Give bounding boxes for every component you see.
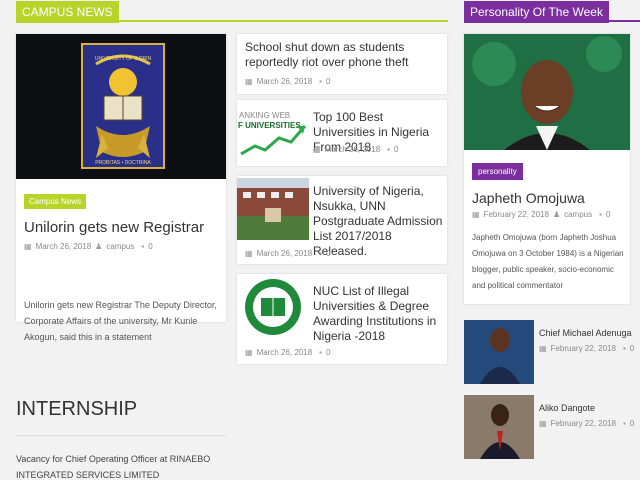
list-item-title[interactable]: School shut down as students reportedly … xyxy=(245,40,443,70)
thumb-text-universities: F UNIVERSITIES xyxy=(238,121,301,130)
side-item-title[interactable]: Chief Michael Adenuga xyxy=(539,328,632,338)
list-item[interactable]: ANKING WEB F UNIVERSITIES Top 100 Best U… xyxy=(237,100,447,166)
side-item-comments[interactable]: 0 xyxy=(630,344,634,353)
article-date[interactable]: March 26, 2018 xyxy=(36,242,92,251)
user-icon: ♟ xyxy=(95,242,103,251)
personality-name[interactable]: Japheth Omojuwa xyxy=(472,190,585,206)
comment-icon: ▪ xyxy=(319,348,322,357)
article-author[interactable]: campus xyxy=(106,242,134,251)
side-list-item[interactable]: Aliko Dangote ▦ February 22, 2018 ▪ 0 xyxy=(464,395,634,459)
side-item-comments[interactable]: 0 xyxy=(630,419,634,428)
comment-icon: ▪ xyxy=(599,210,602,219)
list-item-comments[interactable]: 0 xyxy=(394,145,398,154)
list-item[interactable]: University of Nigeria, Nsukka, UNN Postg… xyxy=(237,176,447,264)
article-title[interactable]: Unilorin gets new Registrar xyxy=(24,219,204,236)
article-excerpt: Unilorin gets new Registrar The Deputy D… xyxy=(24,300,217,342)
list-item-meta: ▦ March 26, 2018 ▪ 0 xyxy=(313,145,398,154)
internship-heading: INTERNSHIP xyxy=(16,398,138,420)
dangote-thumbnail[interactable] xyxy=(464,395,534,459)
list-item-date[interactable]: March 26, 2018 xyxy=(257,348,313,357)
side-item-date[interactable]: February 22, 2018 xyxy=(551,419,616,428)
list-item[interactable]: School shut down as students reportedly … xyxy=(237,34,447,94)
list-item-comments[interactable]: 0 xyxy=(326,249,330,258)
comment-count[interactable]: 0 xyxy=(148,242,152,251)
campus-building-thumbnail[interactable] xyxy=(237,178,309,240)
campus-news-divider xyxy=(16,20,448,22)
list-item-date[interactable]: March 26, 2018 xyxy=(257,249,313,258)
calendar-icon: ▦ xyxy=(313,145,321,154)
featured-article-card[interactable]: UNIVERSITY OF ILORIN PROBITAS • DOCTRINA… xyxy=(16,34,226,342)
comment-icon: ▪ xyxy=(319,249,322,258)
user-icon: ♟ xyxy=(552,210,561,219)
personality-comments[interactable]: 0 xyxy=(606,210,610,219)
list-item[interactable]: NUC List of Illegal Universities & Degre… xyxy=(237,274,447,364)
thumb-text-ranking: ANKING WEB xyxy=(239,111,290,120)
internship-listing-link[interactable]: Vacancy for Chief Operating Officer at R… xyxy=(16,451,226,480)
calendar-icon: ▦ xyxy=(472,210,480,219)
list-item-meta: ▦ March 26, 2018 ▪ 0 xyxy=(245,249,330,258)
svg-text:UNIVERSITY OF ILORIN: UNIVERSITY OF ILORIN xyxy=(95,56,152,62)
personality-category-badge[interactable]: personality xyxy=(472,163,523,180)
internship-divider xyxy=(16,435,226,436)
list-item-date[interactable]: March 26, 2018 xyxy=(325,145,381,154)
comment-icon: ▪ xyxy=(622,344,626,353)
personality-photo[interactable] xyxy=(464,34,630,150)
list-item-comments[interactable]: 0 xyxy=(326,348,330,357)
unilorin-logo-image[interactable]: UNIVERSITY OF ILORIN PROBITAS • DOCTRINA xyxy=(16,34,226,179)
side-item-title[interactable]: Aliko Dangote xyxy=(539,403,595,413)
comment-icon: ▪ xyxy=(319,77,322,86)
calendar-icon: ▦ xyxy=(245,77,253,86)
personality-date[interactable]: February 22, 2018 xyxy=(484,210,549,219)
side-item-date[interactable]: February 22, 2018 xyxy=(551,344,616,353)
list-item-title[interactable]: University of Nigeria, Nsukka, UNN Postg… xyxy=(313,184,445,259)
rankings-thumbnail[interactable]: ANKING WEB F UNIVERSITIES xyxy=(237,104,309,160)
list-item-date[interactable]: March 26, 2018 xyxy=(257,77,313,86)
calendar-icon: ▦ xyxy=(245,348,253,357)
personality-author[interactable]: campus xyxy=(564,210,592,219)
comment-icon: ▪ xyxy=(387,145,390,154)
article-meta: ▦ March 26, 2018 ♟ campus ▪ 0 xyxy=(24,242,153,251)
personality-meta: ▦ February 22, 2018 ♟ campus ▪ 0 xyxy=(472,210,610,219)
list-item-meta: ▦ March 26, 2018 ▪ 0 xyxy=(245,348,330,357)
category-badge[interactable]: Campus News xyxy=(24,194,87,209)
calendar-icon: ▦ xyxy=(539,419,547,428)
calendar-icon: ▦ xyxy=(539,344,547,353)
personality-card[interactable]: personality Japheth Omojuwa ▦ February 2… xyxy=(464,34,630,304)
list-item-meta: ▦ March 26, 2018 ▪ 0 xyxy=(245,77,330,86)
svg-text:PROBITAS • DOCTRINA: PROBITAS • DOCTRINA xyxy=(95,160,151,166)
list-item-title[interactable]: NUC List of Illegal Universities & Degre… xyxy=(313,284,445,344)
nuc-logo-thumbnail[interactable] xyxy=(237,276,309,338)
personality-bio: Japheth Omojuwa (born Japheth Joshua Omo… xyxy=(472,233,624,290)
comment-icon: ▪ xyxy=(622,419,626,428)
comment-icon: ▪ xyxy=(141,242,145,251)
calendar-icon: ▦ xyxy=(245,249,253,258)
side-item-meta: ▦ February 22, 2018 ▪ 0 xyxy=(539,344,634,353)
side-list-item[interactable]: Chief Michael Adenuga ▦ February 22, 201… xyxy=(464,320,634,384)
personality-divider xyxy=(464,20,640,22)
calendar-icon: ▦ xyxy=(24,242,32,251)
side-item-meta: ▦ February 22, 2018 ▪ 0 xyxy=(539,419,634,428)
adenuga-thumbnail[interactable] xyxy=(464,320,534,384)
list-item-comments[interactable]: 0 xyxy=(326,77,330,86)
